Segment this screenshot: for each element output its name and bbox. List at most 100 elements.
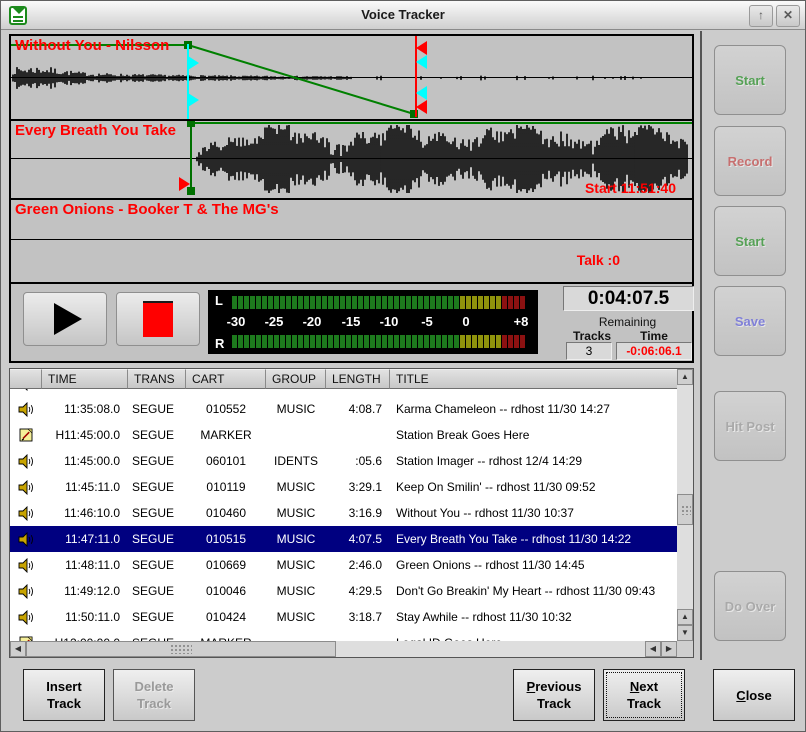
- header-length[interactable]: LENGTH: [326, 369, 390, 389]
- vertical-scrollbar[interactable]: ▲ ▲ ▼: [677, 369, 693, 641]
- log-row[interactable]: 11:35:08.0SEGUE010552MUSIC4:08.7Karma Ch…: [10, 396, 677, 422]
- scroll-right-button[interactable]: ▶: [661, 641, 677, 657]
- envelope-handle[interactable]: [187, 121, 195, 127]
- delete-track-button[interactable]: Delete Track: [113, 669, 195, 721]
- meter-tick: -10: [380, 314, 399, 329]
- log-header[interactable]: TIME TRANS CART GROUP LENGTH TITLE: [10, 369, 677, 389]
- cell-trans: SEGUE: [128, 584, 186, 598]
- header-trans[interactable]: TRANS: [128, 369, 186, 389]
- horizontal-scrollbar[interactable]: ◀ ◀ ▶: [10, 641, 677, 657]
- transport-bar: L R -30 -25 -20 -15 -10 -5 0 +8 0:04:07.…: [11, 284, 692, 361]
- cell-length: 2:46.0: [326, 558, 390, 572]
- play-button[interactable]: [23, 292, 107, 346]
- stop-button[interactable]: [116, 292, 200, 346]
- cyan-marker-icon[interactable]: [188, 93, 199, 107]
- header-group[interactable]: GROUP: [266, 369, 326, 389]
- scroll-up-button[interactable]: ▲: [677, 369, 693, 385]
- header-cart[interactable]: CART: [186, 369, 266, 389]
- stop-icon: [143, 301, 173, 337]
- zero-line: [11, 239, 692, 240]
- cell-title: Without You -- rdhost 11/30 10:37: [390, 506, 677, 520]
- scroll-up-button[interactable]: ▲: [677, 609, 693, 625]
- cell-group: MUSIC: [266, 402, 326, 416]
- vertical-scroll-thumb[interactable]: [677, 494, 693, 525]
- cell-cart: 010515: [186, 532, 266, 546]
- cell-trans: SEGUE: [128, 558, 186, 572]
- cell-group: MUSIC: [266, 610, 326, 624]
- header-time[interactable]: TIME: [42, 369, 128, 389]
- cell-length: 3:29.1: [326, 480, 390, 494]
- track-3-waveform[interactable]: Green Onions - Booker T & The MG's Talk …: [11, 200, 692, 282]
- thumb-grip: [170, 644, 192, 654]
- start-track1-button[interactable]: Start: [714, 45, 786, 115]
- log-row[interactable]: 11:46:10.0SEGUE010460MUSIC3:16.9Without …: [10, 500, 677, 526]
- track-start-line[interactable]: [190, 121, 192, 195]
- cell-group: MUSIC: [266, 558, 326, 572]
- close-label: Close: [736, 687, 771, 704]
- header-title[interactable]: TITLE: [390, 369, 677, 389]
- cell-time: 11:47:11.0: [42, 532, 128, 546]
- log-row[interactable]: [10, 389, 677, 396]
- next-track-button[interactable]: Next Track: [603, 669, 685, 721]
- cell-time: 11:35:08.0: [42, 402, 128, 416]
- cell-title: Stay Awhile -- rdhost 11/30 10:32: [390, 610, 677, 624]
- meter-tick: -15: [342, 314, 361, 329]
- horizontal-scroll-thumb[interactable]: [26, 641, 336, 657]
- previous-track-button[interactable]: Previous Track: [513, 669, 595, 721]
- elapsed-time-display: 0:04:07.5: [563, 286, 694, 311]
- cell-title: Don't Go Breakin' My Heart -- rdhost 11/…: [390, 584, 677, 598]
- log-row[interactable]: 11:47:11.0SEGUE010515MUSIC4:07.5Every Br…: [10, 526, 677, 552]
- titlebar[interactable]: Voice Tracker ↑ ✕: [1, 1, 805, 30]
- speaker-icon: [10, 454, 42, 469]
- left-channel-label: L: [215, 293, 223, 308]
- close-button[interactable]: Close: [713, 669, 795, 721]
- scroll-left-button[interactable]: ◀: [645, 641, 661, 657]
- cyan-marker-icon[interactable]: [416, 86, 427, 100]
- save-button[interactable]: Save: [714, 286, 786, 356]
- log-row[interactable]: 11:45:11.0SEGUE010119MUSIC3:29.1Keep On …: [10, 474, 677, 500]
- scroll-left-button[interactable]: ◀: [10, 641, 26, 657]
- scroll-down-button[interactable]: ▼: [677, 625, 693, 641]
- start-track2-button[interactable]: Start: [714, 206, 786, 276]
- close-icon[interactable]: ✕: [776, 5, 800, 27]
- left-meter-segments: [232, 296, 526, 309]
- cyan-marker-icon[interactable]: [188, 56, 199, 70]
- cyan-marker-icon[interactable]: [416, 55, 427, 69]
- cell-cart: MARKER: [186, 428, 266, 442]
- red-marker-icon[interactable]: [416, 100, 427, 114]
- red-marker-icon[interactable]: [416, 41, 427, 55]
- next-label-line1: Next: [630, 678, 658, 695]
- log-row[interactable]: H12:00:00.0SEGUEMARKERLegal ID Goes Here: [10, 630, 677, 641]
- do-over-button[interactable]: Do Over: [714, 571, 786, 641]
- track-2-waveform[interactable]: Every Breath You Take Start 11:51:40: [11, 121, 692, 198]
- cell-time: 11:45:00.0: [42, 454, 128, 468]
- insert-track-button[interactable]: Insert Track: [23, 669, 105, 721]
- log-row[interactable]: 11:45:00.0SEGUE060101IDENTS:05.6Station …: [10, 448, 677, 474]
- fade-down-line[interactable]: [188, 45, 414, 114]
- red-marker-icon[interactable]: [179, 177, 190, 191]
- shade-icon[interactable]: ↑: [749, 5, 773, 27]
- cell-cart: 010669: [186, 558, 266, 572]
- hit-post-button[interactable]: Hit Post: [714, 391, 786, 461]
- log-row[interactable]: 11:48:11.0SEGUE010669MUSIC2:46.0Green On…: [10, 552, 677, 578]
- log-row[interactable]: 11:50:11.0SEGUE010424MUSIC3:18.7Stay Awh…: [10, 604, 677, 630]
- cell-trans: SEGUE: [128, 532, 186, 546]
- header-icon-col[interactable]: [10, 369, 42, 389]
- cell-cart: 010046: [186, 584, 266, 598]
- panel-divider: [700, 31, 702, 660]
- log-row[interactable]: 11:49:12.0SEGUE010046MUSIC4:29.5Don't Go…: [10, 578, 677, 604]
- remaining-tracks-value: 3: [566, 342, 612, 360]
- track-1-title: Without You - Nilsson: [15, 37, 169, 54]
- meter-tick: 0: [462, 314, 469, 329]
- thumb-grip: [681, 505, 691, 515]
- scrollbar-corner: [677, 641, 693, 657]
- previous-label-line1: Previous: [527, 678, 582, 695]
- track-1-waveform[interactable]: Without You - Nilsson: [11, 36, 692, 119]
- next-label-line2: Track: [627, 695, 661, 712]
- log-row[interactable]: H11:45:00.0SEGUEMARKERStation Break Goes…: [10, 422, 677, 448]
- speaker-icon: [10, 389, 42, 391]
- meter-tick: -20: [303, 314, 322, 329]
- cell-length: 3:16.9: [326, 506, 390, 520]
- record-button[interactable]: Record: [714, 126, 786, 196]
- cell-trans: SEGUE: [128, 480, 186, 494]
